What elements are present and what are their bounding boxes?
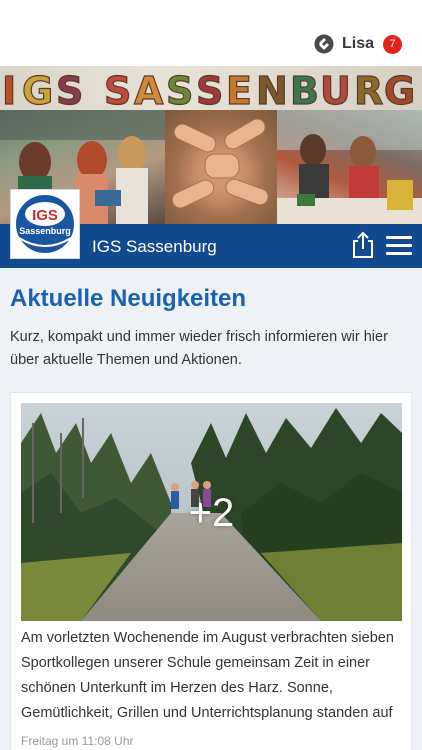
menu-line [386, 236, 412, 239]
site-title[interactable]: IGS Sassenburg [92, 237, 217, 257]
news-card[interactable]: +2 Am vorletzten Wochenende im August ve… [10, 392, 412, 750]
menu-line [386, 244, 412, 247]
svg-text:G: G [22, 69, 53, 112]
hands-circle-photo [165, 110, 277, 224]
svg-text:E: E [226, 69, 252, 112]
more-photos-count[interactable]: +2 [21, 491, 402, 536]
svg-text:A: A [134, 69, 164, 112]
user-name: Lisa [341, 35, 374, 52]
svg-text:S: S [56, 69, 83, 112]
svg-text:I: I [2, 69, 16, 112]
top-bar: Lisa 7 [0, 0, 422, 66]
menu-line [386, 252, 412, 255]
svg-text:S: S [196, 69, 223, 112]
school-logo[interactable]: IGS Sassenburg [10, 189, 80, 259]
news-text: Am vorletzten Wochenende im August verbr… [21, 630, 394, 721]
svg-text:U: U [320, 69, 351, 112]
news-date: Freitag um 11:08 Uhr [21, 734, 134, 748]
intro-text: Kurz, kompakt und immer wieder frisch in… [10, 329, 388, 368]
news-image[interactable]: +2 [21, 403, 402, 621]
app-logo-icon [314, 34, 334, 54]
svg-text:G: G [384, 69, 415, 112]
svg-text:B: B [290, 69, 319, 112]
logo-text-sassenburg: Sassenburg [19, 226, 71, 236]
hamburger-menu-icon[interactable] [386, 236, 412, 258]
banner-lettering-image: I G S S A S S E N B U R G [0, 66, 422, 112]
classroom-photo [277, 110, 422, 224]
page-title: Aktuelle Neuigkeiten [10, 285, 247, 312]
logo-text-igs: IGS [32, 207, 58, 224]
svg-text:S: S [104, 69, 131, 112]
user-account[interactable]: Lisa 7 [314, 34, 402, 54]
svg-text:R: R [354, 69, 383, 112]
notification-badge[interactable]: 7 [383, 34, 402, 54]
svg-text:S: S [166, 69, 193, 112]
share-icon[interactable] [350, 231, 376, 259]
svg-text:N: N [256, 69, 288, 112]
